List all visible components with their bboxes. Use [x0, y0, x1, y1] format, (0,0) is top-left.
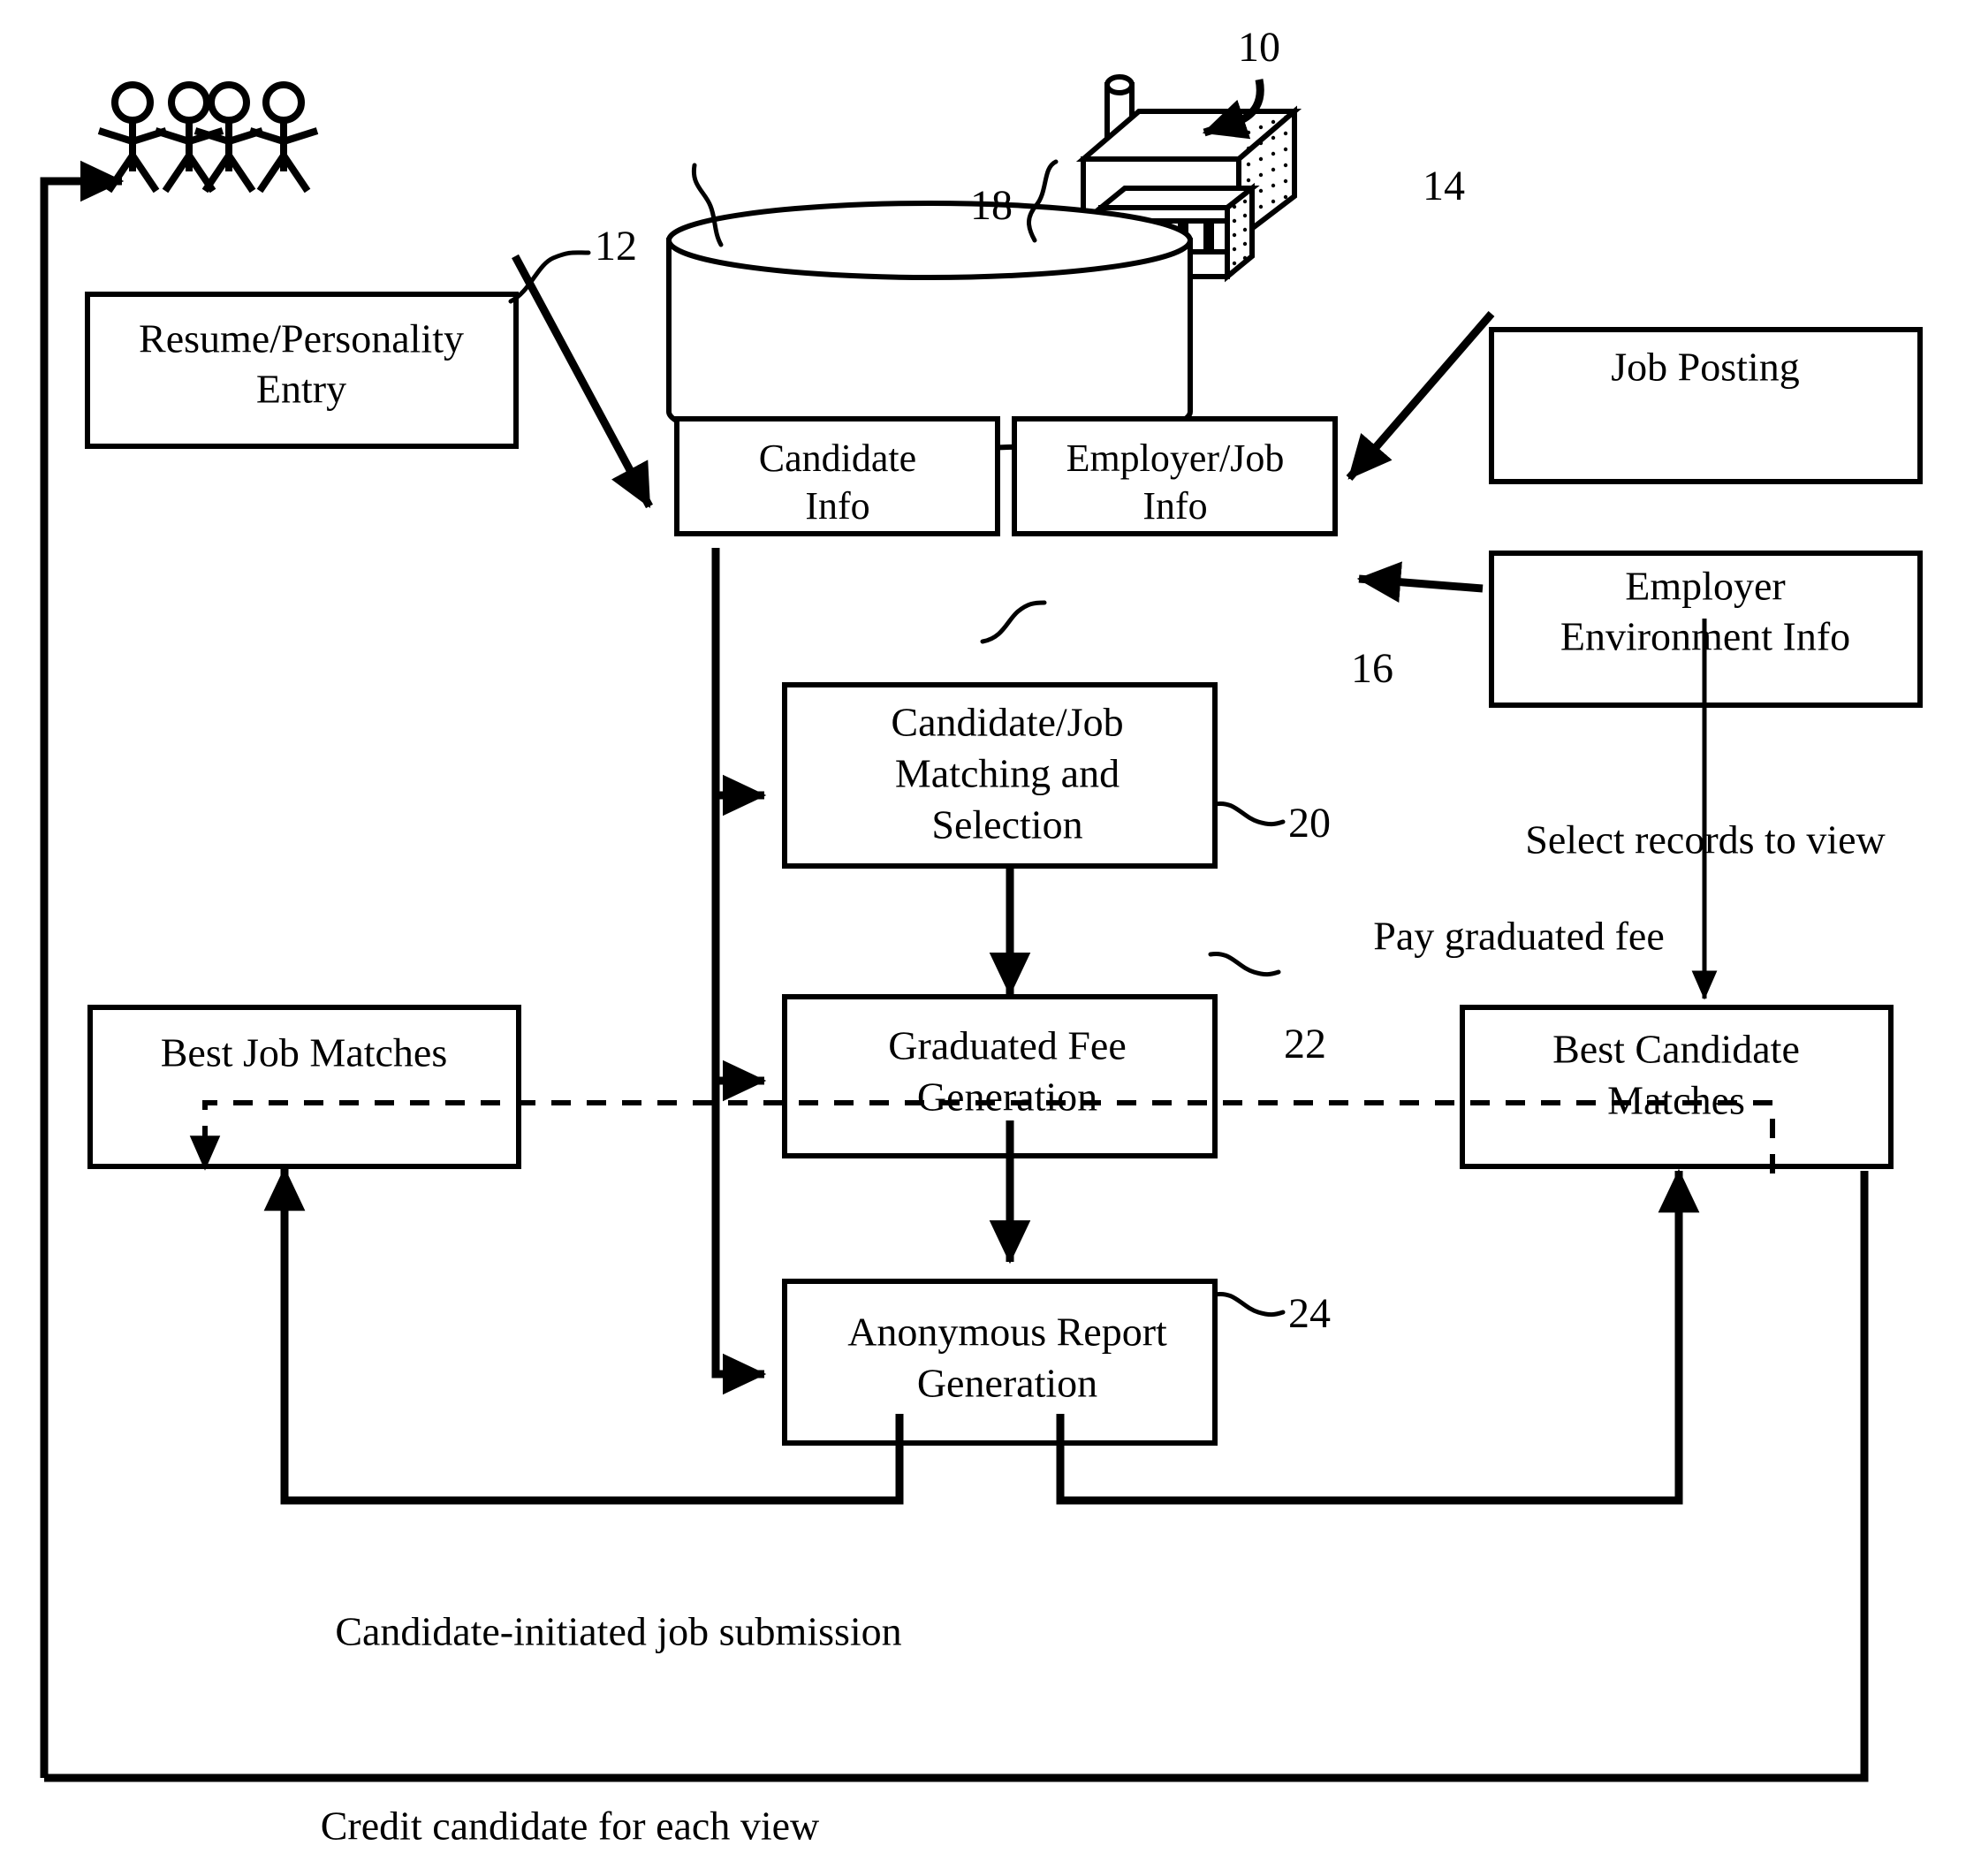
credit-candidate-label: Credit candidate for each view	[321, 1804, 820, 1849]
resume-entry-line-1: Resume/Personality	[139, 316, 464, 361]
ref-14-label: 14	[1423, 163, 1465, 209]
credit-candidate-return-arrow	[40, 160, 125, 1778]
database-to-process-branches	[711, 548, 767, 1395]
report-line-2: Generation	[917, 1361, 1097, 1406]
leader-20	[1212, 801, 1286, 827]
ref-20-label: 20	[1288, 800, 1331, 847]
leader-16	[980, 600, 1047, 644]
pay-graduated-fee-label: Pay graduated fee	[1373, 914, 1665, 959]
matching-line-2: Matching and	[895, 751, 1120, 796]
best-job-matches-label: Best Job Matches	[161, 1030, 448, 1075]
fee-line-2: Generation	[917, 1075, 1097, 1120]
ref-10-label: 10	[1238, 24, 1280, 71]
job-posting-to-database-arrow	[1346, 311, 1495, 481]
best-candidate-matches-line-2: Matches	[1607, 1078, 1745, 1123]
matching-line-1: Candidate/Job	[891, 700, 1123, 745]
select-records-to-view-label: Select records to view	[1525, 817, 1886, 862]
candidate-info-line-1: Candidate	[759, 437, 916, 480]
figure-canvas: Resume/Personality Entry Job Posting Emp…	[40, 24, 1923, 1849]
employer-env-line-2: Environment Info	[1560, 614, 1850, 659]
leader-22	[1208, 951, 1281, 977]
patent-figure: Resume/Personality Entry Job Posting Emp…	[0, 0, 1981, 1876]
best-candidate-matches-line-1: Best Candidate	[1552, 1027, 1800, 1072]
job-posting-label: Job Posting	[1611, 345, 1799, 390]
credit-candidate-line	[44, 1171, 1869, 1782]
database-cylinder-icon	[666, 201, 1193, 452]
candidate-info-line-2: Info	[805, 484, 869, 528]
matching-line-3: Selection	[931, 802, 1082, 847]
stick-figure-people-icon	[97, 81, 319, 194]
ref-12-label: 12	[595, 223, 637, 270]
employer-env-to-database-arrow	[1356, 561, 1484, 604]
employer-job-info-line-1: Employer/Job	[1066, 437, 1285, 480]
ref-22-label: 22	[1284, 1021, 1326, 1067]
employer-env-line-1: Employer	[1625, 564, 1785, 609]
fee-line-1: Graduated Fee	[888, 1023, 1127, 1068]
candidate-initiated-submission-label: Candidate-initiated job submission	[335, 1609, 901, 1654]
leader-24	[1212, 1291, 1286, 1318]
report-line-1: Anonymous Report	[847, 1310, 1167, 1355]
resume-to-database-arrow	[512, 254, 653, 509]
employer-job-info-line-2: Info	[1142, 484, 1207, 528]
ref-24-label: 24	[1288, 1290, 1331, 1337]
report-to-best-job-matches	[263, 1166, 904, 1505]
ref-16-label: 16	[1351, 645, 1393, 692]
ref-18-label: 18	[970, 182, 1013, 229]
resume-entry-line-2: Entry	[256, 367, 346, 412]
